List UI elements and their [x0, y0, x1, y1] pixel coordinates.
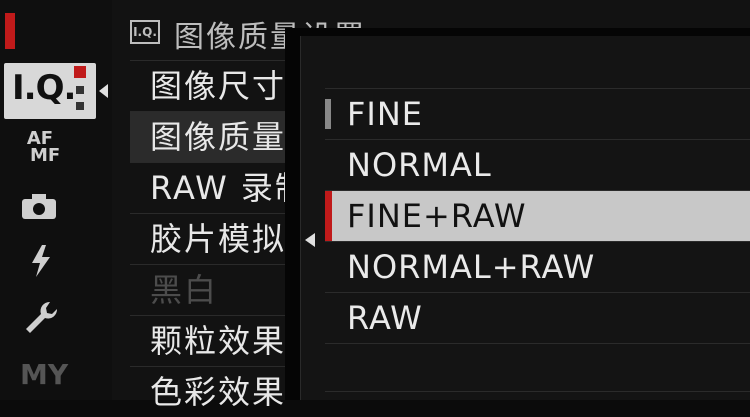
my-menu-icon[interactable]: MY: [20, 358, 68, 391]
option-raw[interactable]: RAW: [325, 292, 750, 344]
option-normal[interactable]: NORMAL: [325, 139, 750, 190]
empty-option-slot: [325, 341, 750, 392]
menu-page-indicator: [5, 13, 15, 49]
submenu-pointer-icon: [305, 233, 315, 247]
tab-pointer-icon: [99, 84, 108, 98]
wrench-icon[interactable]: [20, 298, 60, 338]
iq-badge-icon: I.Q.: [130, 20, 160, 44]
quality-options: FINE NORMAL FINE+RAW NORMAL+RAW RAW: [325, 88, 750, 344]
af-mf-icon[interactable]: AF MF: [20, 130, 60, 165]
option-fine-raw[interactable]: FINE+RAW: [325, 190, 750, 241]
menu-tab-rail: I.Q. AF MF MY: [0, 0, 112, 400]
camera-icon[interactable]: [20, 193, 60, 221]
option-fine[interactable]: FINE: [325, 88, 750, 139]
iq-icon: I.Q.: [12, 68, 76, 108]
option-normal-raw[interactable]: NORMAL+RAW: [325, 241, 750, 292]
flash-icon[interactable]: [20, 243, 60, 279]
